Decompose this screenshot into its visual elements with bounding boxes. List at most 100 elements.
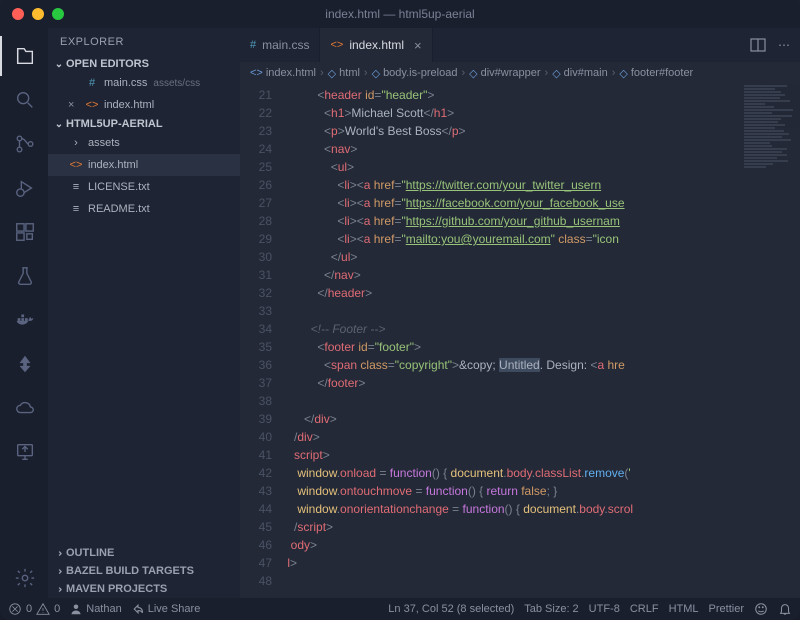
chevron-right-icon: › [545,67,549,79]
debug-icon[interactable] [0,168,48,208]
file-icon: <> [84,99,100,111]
breadcrumb-item[interactable]: ◇ footer#footer [619,67,693,80]
folder-item[interactable]: › assets [48,132,240,154]
collapsed-section[interactable]: ⌄BAZEL BUILD TARGETS [48,562,240,580]
status-language[interactable]: HTML [669,603,699,615]
file-item[interactable]: ≡ LICENSE.txt [48,176,240,198]
breadcrumb-icon: ◇ [619,67,627,80]
status-tabsize[interactable]: Tab Size: 2 [524,603,578,615]
tree-icon[interactable] [0,344,48,384]
chevron-right-icon: ⌄ [54,564,65,578]
file-item[interactable]: <> index.html [48,154,240,176]
settings-icon[interactable] [0,558,48,598]
open-editors-header[interactable]: ⌄OPEN EDITORS [48,56,240,72]
close-icon[interactable]: × [414,38,422,53]
share-icon[interactable] [0,432,48,472]
item-name: index.html [88,159,138,171]
chevron-right-icon: ⌄ [54,546,65,560]
extensions-icon[interactable] [0,212,48,252]
file-name: index.html [104,99,154,111]
file-icon: ≡ [68,181,84,193]
source-control-icon[interactable] [0,124,48,164]
explorer-icon[interactable] [0,36,48,76]
breadcrumb-label: div#main [564,67,608,79]
docker-icon[interactable] [0,300,48,340]
split-editor-icon[interactable] [750,37,766,53]
folder-label: HTML5UP-AERIAL [66,118,163,130]
item-name: LICENSE.txt [88,181,150,193]
editor[interactable]: 2122232425262728293031323334353637383940… [240,84,800,598]
collapsed-section[interactable]: ⌄OUTLINE [48,544,240,562]
chevron-right-icon: › [364,67,368,79]
code-area[interactable]: <header id="header"> <h1>Michael Scott</… [284,84,740,598]
file-icon: <> [68,159,84,171]
sidebar: EXPLORER ⌄OPEN EDITORS #main.cssassets/c… [48,28,240,598]
file-item[interactable]: ≡ README.txt [48,198,240,220]
tab-label: main.css [262,38,309,52]
chevron-right-icon: › [320,67,324,79]
status-user[interactable]: Nathan [70,603,121,615]
cloud-icon[interactable] [0,388,48,428]
collapsed-section[interactable]: ⌄MAVEN PROJECTS [48,580,240,598]
file-path: assets/css [153,78,200,89]
breadcrumb-item[interactable]: ◇html [328,67,360,80]
breadcrumb-icon: ◇ [469,67,477,80]
activity-bar [0,28,48,598]
status-formatter[interactable]: Prettier [709,603,744,615]
item-name: assets [88,137,120,149]
status-bell-icon[interactable] [778,602,792,616]
search-icon[interactable] [0,80,48,120]
folder-header[interactable]: ⌄HTML5UP-AERIAL [48,116,240,132]
gutter: 2122232425262728293031323334353637383940… [240,84,284,598]
section-label: BAZEL BUILD TARGETS [66,565,194,577]
open-editor-item[interactable]: #main.cssassets/css [48,72,240,94]
tab[interactable]: <> index.html × [320,28,432,62]
item-name: README.txt [88,203,150,215]
breadcrumb-label: index.html [266,67,316,79]
tab[interactable]: # main.css [240,28,320,62]
open-editor-item[interactable]: ×<> index.html [48,94,240,116]
section-label: MAVEN PROJECTS [66,583,167,595]
chevron-right-icon: › [68,137,84,149]
file-icon: # [84,77,100,89]
status-encoding[interactable]: UTF-8 [589,603,620,615]
file-icon: ≡ [68,203,84,215]
window-title: index.html — html5up-aerial [325,7,474,21]
breadcrumb-item[interactable]: <>index.html [250,67,316,79]
breadcrumb[interactable]: <>index.html›◇html›◇body.is-preload›◇div… [240,62,800,84]
titlebar: index.html — html5up-aerial [0,0,800,28]
breadcrumb-label: html [339,67,360,79]
minimize-window-button[interactable] [32,8,44,20]
close-icon[interactable]: × [68,99,84,111]
breadcrumb-item[interactable]: ◇ div#wrapper [469,67,540,80]
breadcrumb-icon: ◇ [372,67,380,80]
chevron-right-icon: › [461,67,465,79]
close-window-button[interactable] [12,8,24,20]
section-label: OUTLINE [66,547,114,559]
statusbar: 0 0 Nathan Live Share Ln 37, Col 52 (8 s… [0,598,800,620]
status-position[interactable]: Ln 37, Col 52 (8 selected) [388,603,514,615]
open-editors-label: OPEN EDITORS [66,58,149,70]
status-problems[interactable]: 0 0 [8,602,60,616]
breadcrumb-icon: ◇ [552,67,560,80]
breadcrumb-icon: ◇ [328,67,336,80]
minimap[interactable] [740,84,800,598]
file-icon: <> [330,39,343,51]
file-icon: # [250,39,256,51]
breadcrumb-label: footer#footer [631,67,693,79]
breadcrumb-item[interactable]: ◇body.is-preload [372,67,458,80]
breadcrumb-label: div#wrapper [481,67,541,79]
tabs: # main.css <> index.html × ⋯ [240,28,800,62]
chevron-right-icon: ⌄ [54,582,65,596]
breadcrumb-label: body.is-preload [383,67,457,79]
tab-label: index.html [349,38,404,52]
status-feedback-icon[interactable] [754,602,768,616]
more-icon[interactable]: ⋯ [778,38,790,52]
breadcrumb-icon: <> [250,67,263,79]
sidebar-title: EXPLORER [48,28,240,56]
test-icon[interactable] [0,256,48,296]
breadcrumb-item[interactable]: ◇ div#main [552,67,608,80]
status-liveshare[interactable]: Live Share [132,603,201,615]
status-eol[interactable]: CRLF [630,603,659,615]
maximize-window-button[interactable] [52,8,64,20]
